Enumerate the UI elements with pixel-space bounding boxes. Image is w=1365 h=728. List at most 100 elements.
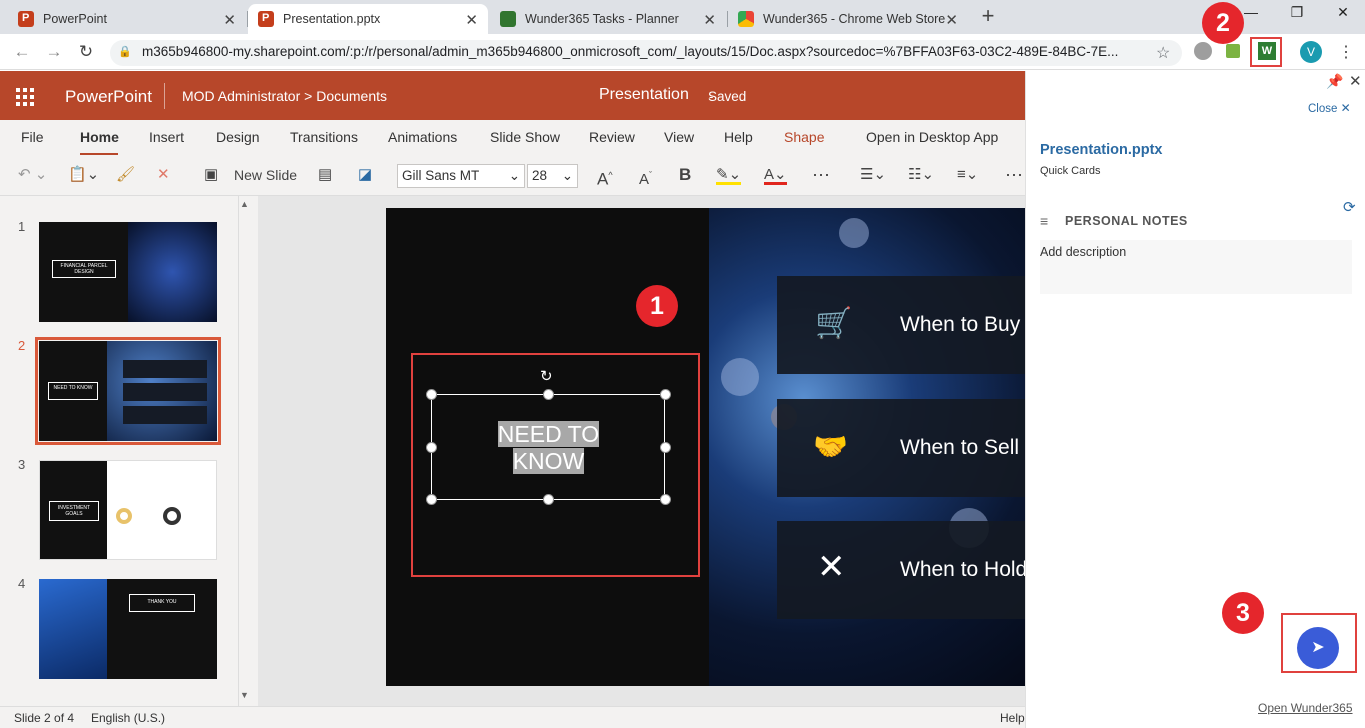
tab-transitions[interactable]: Transitions <box>290 129 358 145</box>
resize-handle[interactable] <box>543 389 554 400</box>
resize-handle[interactable] <box>660 494 671 505</box>
thumbnail-slide-1[interactable]: FINANCIAL PARCEL DESIGN <box>39 222 217 322</box>
font-color-icon[interactable]: A⌄ <box>764 165 787 185</box>
tab-insert[interactable]: Insert <box>149 129 184 145</box>
bullets-icon[interactable]: ☰⌄ <box>860 165 886 185</box>
close-tab-icon[interactable]: ✕ <box>465 11 478 29</box>
shrink-font-icon[interactable]: Aˇ <box>639 165 652 188</box>
overflow-more-icon[interactable]: ⋯ <box>1005 165 1023 185</box>
new-slide-icon[interactable]: ▣ <box>204 165 218 185</box>
lock-icon[interactable]: 🔒 <box>118 45 132 59</box>
restore-icon[interactable]: ❐ <box>1284 4 1310 26</box>
numbering-icon[interactable]: ☷⌄ <box>908 165 934 185</box>
open-wunder365-link[interactable]: Open Wunder365 <box>1258 701 1353 715</box>
tab-open-desktop[interactable]: Open in Desktop App <box>866 129 998 145</box>
resize-handle[interactable] <box>426 494 437 505</box>
description-placeholder: Add description <box>1040 245 1127 259</box>
tab-title: Wunder365 - Chrome Web Store <box>763 12 946 26</box>
slide-title-line-1: NEED TO <box>497 421 600 447</box>
thumbnail-slide-2[interactable]: NEED TO KNOW <box>35 337 221 445</box>
tab-shape[interactable]: Shape <box>784 129 824 145</box>
font-size-select[interactable]: 28 ⌄ <box>527 164 578 188</box>
undo-icon[interactable]: ↶ ⌄ <box>18 165 47 185</box>
resize-handle[interactable] <box>426 442 437 453</box>
browser-tab-planner[interactable]: Wunder365 Tasks - Planner ✕ <box>490 4 726 34</box>
resize-handle[interactable] <box>426 389 437 400</box>
font-family-select[interactable]: Gill Sans MT ⌄ <box>397 164 525 188</box>
resize-handle[interactable] <box>543 494 554 505</box>
app-launcher-icon[interactable] <box>16 88 34 106</box>
new-tab-button[interactable]: + <box>977 5 999 27</box>
more-options-icon[interactable]: ⋯ <box>812 165 830 185</box>
close-tab-icon[interactable]: ✕ <box>223 11 236 29</box>
header-divider <box>164 83 165 109</box>
scroll-up-icon[interactable]: ▲ <box>240 199 249 209</box>
font-color-glyph: A <box>764 166 775 183</box>
layout-icon[interactable]: ▤ <box>318 165 332 185</box>
wunder365-extension-icon[interactable]: W <box>1258 42 1276 60</box>
panel-file-name[interactable]: Presentation.pptx <box>1040 142 1162 158</box>
bokeh-light <box>721 358 759 396</box>
align-icon[interactable]: ≡⌄ <box>957 165 978 185</box>
browser-menu-icon[interactable]: ⋮ <box>1338 42 1354 62</box>
tab-slide-show[interactable]: Slide Show <box>490 129 560 145</box>
close-panel-icon[interactable]: ✕ <box>1349 72 1362 90</box>
resize-handle[interactable] <box>660 389 671 400</box>
tab-help[interactable]: Help <box>724 129 753 145</box>
annotation-badge-1: 1 <box>636 285 678 327</box>
profile-avatar[interactable]: V <box>1300 41 1322 63</box>
format-painter-icon[interactable]: 🖌 <box>116 165 135 185</box>
tab-design[interactable]: Design <box>216 129 260 145</box>
card-label: When to Sell <box>900 436 1020 459</box>
highlight-icon[interactable]: ✎⌄ <box>716 165 742 185</box>
extension-edit-icon[interactable] <box>1226 44 1240 58</box>
bold-button[interactable]: B <box>679 165 691 185</box>
tab-review[interactable]: Review <box>589 129 635 145</box>
url-text[interactable]: m365b946800-my.sharepoint.com/:p:/r/pers… <box>142 44 1118 59</box>
rotate-handle-icon[interactable]: ↻ <box>540 367 553 385</box>
personal-notes-header: PERSONAL NOTES <box>1065 214 1188 228</box>
close-tab-icon[interactable]: ✕ <box>945 11 958 29</box>
tab-title: Presentation.pptx <box>283 12 381 26</box>
thumbnail-slide-3[interactable]: INVESTMENT GOALS <box>39 460 217 560</box>
back-icon[interactable]: ← <box>12 42 32 62</box>
resize-handle[interactable] <box>660 442 671 453</box>
language-indicator[interactable]: English (U.S.) <box>91 711 165 725</box>
paste-icon[interactable]: 📋⌄ <box>68 165 99 185</box>
slide-title[interactable]: NEED TO KNOW <box>490 421 607 475</box>
browser-tab-powerpoint[interactable]: P PowerPoint ✕ <box>8 4 246 34</box>
tab-home[interactable]: Home <box>80 129 119 145</box>
thumbnails-scrollbar[interactable] <box>238 196 256 706</box>
close-link[interactable]: Close ✕ <box>1308 101 1351 115</box>
refresh-icon[interactable]: ⟳ <box>1343 198 1356 216</box>
help-link[interactable]: Help <box>1000 711 1025 725</box>
app-name[interactable]: PowerPoint <box>65 87 152 107</box>
thumbnail-title: NEED TO KNOW <box>48 382 98 400</box>
extension-translate-icon[interactable] <box>1194 42 1212 60</box>
close-window-icon[interactable]: ✕ <box>1330 4 1356 26</box>
scroll-down-icon[interactable]: ▼ <box>240 690 249 700</box>
pin-icon[interactable]: 📌 <box>1326 73 1343 90</box>
forward-icon[interactable]: → <box>44 42 64 62</box>
close-tab-icon[interactable]: ✕ <box>703 11 716 29</box>
save-status: Saved <box>708 89 747 104</box>
shrink-font-glyph: A <box>639 171 650 188</box>
browser-tab-presentation[interactable]: P Presentation.pptx ✕ <box>248 4 488 34</box>
planner-icon <box>500 11 516 27</box>
bookmark-star-icon[interactable]: ☆ <box>1156 43 1170 63</box>
browser-tab-webstore[interactable]: Wunder365 - Chrome Web Store ✕ <box>728 4 968 34</box>
reload-icon[interactable]: ↻ <box>76 42 96 62</box>
tab-view[interactable]: View <box>664 129 694 145</box>
grow-font-icon[interactable]: A^ <box>597 165 613 189</box>
background-icon[interactable]: ◪ <box>358 165 372 185</box>
document-title[interactable]: Presentation <box>599 86 689 104</box>
add-note-fab[interactable]: ➤ <box>1297 627 1339 669</box>
thumbnail-slide-4[interactable]: THANK YOU <box>39 579 217 679</box>
bokeh-light <box>839 218 869 248</box>
breadcrumb[interactable]: MOD Administrator > Documents <box>182 88 387 104</box>
tab-animations[interactable]: Animations <box>388 129 457 145</box>
delete-icon[interactable]: ✕ <box>157 165 170 185</box>
tab-file[interactable]: File <box>21 129 44 145</box>
new-slide-button[interactable]: New Slide <box>234 165 297 185</box>
grow-font-glyph: A <box>597 169 609 189</box>
